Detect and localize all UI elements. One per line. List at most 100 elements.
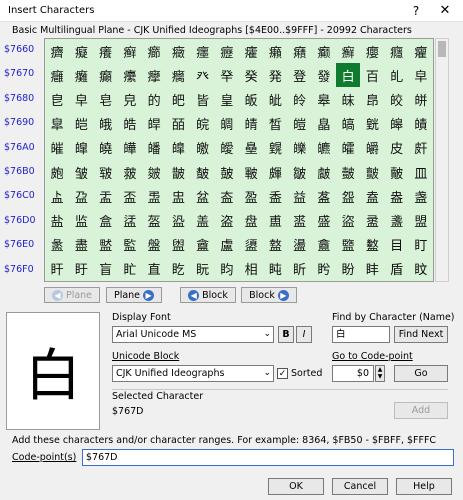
help-title-button[interactable]: ?	[405, 2, 427, 20]
character-cell[interactable]: 癬	[336, 39, 360, 63]
character-cell[interactable]: 發	[312, 63, 336, 87]
character-cell[interactable]: 盋	[312, 184, 336, 208]
character-cell[interactable]: 皔	[142, 112, 166, 136]
character-cell[interactable]: 癪	[288, 39, 312, 63]
character-cell[interactable]: 癡	[69, 39, 93, 63]
character-cell[interactable]: 盗	[215, 208, 239, 232]
character-cell[interactable]: 癥	[166, 39, 190, 63]
character-cell[interactable]: 盘	[239, 208, 263, 232]
character-cell[interactable]: 皼	[336, 160, 360, 184]
ok-button[interactable]: OK	[268, 478, 324, 495]
character-cell[interactable]: 皭	[360, 136, 384, 160]
character-cell[interactable]: 盯	[409, 233, 433, 257]
character-cell[interactable]: 皕	[166, 112, 190, 136]
character-cell[interactable]: 皝	[360, 112, 384, 136]
character-cell[interactable]: 白	[336, 63, 361, 88]
italic-toggle[interactable]: I	[296, 326, 312, 343]
character-cell[interactable]: 皲	[94, 160, 118, 184]
character-cell[interactable]: 益	[288, 184, 312, 208]
find-next-button[interactable]: Find Next	[394, 326, 448, 343]
character-cell[interactable]: 皡	[69, 136, 93, 160]
character-cell[interactable]: 皘	[239, 112, 263, 136]
character-cell[interactable]: 皠	[45, 136, 69, 160]
character-cell[interactable]: 盲	[94, 257, 118, 281]
go-button[interactable]: Go	[394, 365, 448, 382]
character-cell[interactable]: 皵	[166, 160, 190, 184]
character-cell[interactable]: 盕	[166, 208, 190, 232]
character-cell[interactable]: 盎	[385, 184, 409, 208]
character-cell[interactable]: 皟	[409, 112, 433, 136]
character-cell[interactable]: 癠	[45, 39, 69, 63]
character-cell[interactable]: 盁	[69, 184, 93, 208]
character-cell[interactable]: 癮	[385, 39, 409, 63]
character-cell[interactable]: 皓	[118, 112, 142, 136]
character-cell[interactable]: 癫	[312, 39, 336, 63]
character-cell[interactable]: 盳	[118, 257, 142, 281]
goto-stepper[interactable]: ▲ ▼	[375, 365, 385, 382]
character-cell[interactable]: 盛	[312, 208, 336, 232]
character-cell[interactable]: 相	[239, 257, 263, 281]
unicode-block-select[interactable]: CJK Unified Ideographs ⌄	[112, 365, 274, 382]
bold-toggle[interactable]: B	[278, 326, 294, 343]
character-cell[interactable]: 癩	[263, 39, 287, 63]
character-cell[interactable]: 盂	[94, 184, 118, 208]
prev-block-button[interactable]: ◀ Block	[180, 287, 236, 303]
character-cell[interactable]: 皫	[312, 136, 336, 160]
sorted-checkbox[interactable]: ✓	[277, 368, 288, 379]
character-cell[interactable]: 皛	[312, 112, 336, 136]
character-cell[interactable]: 発	[263, 63, 287, 87]
character-cell[interactable]: 皽	[360, 160, 384, 184]
character-cell[interactable]: 盿	[409, 257, 433, 281]
character-cell[interactable]: 皳	[118, 160, 142, 184]
character-cell[interactable]: 皅	[166, 87, 190, 111]
character-cell[interactable]: 盠	[45, 233, 69, 257]
character-cell[interactable]: 癦	[191, 39, 215, 63]
character-cell[interactable]: 皁	[409, 63, 433, 87]
character-cell[interactable]: 盚	[288, 208, 312, 232]
character-cell[interactable]: 盼	[336, 257, 360, 281]
character-cell[interactable]: 皆	[191, 87, 215, 111]
prev-plane-button[interactable]: ◀ Plane	[44, 287, 100, 303]
character-cell[interactable]: 癢	[94, 39, 118, 63]
character-cell[interactable]: 盻	[312, 257, 336, 281]
character-cell[interactable]: 癨	[239, 39, 263, 63]
character-cell[interactable]: 盺	[288, 257, 312, 281]
character-cell[interactable]: 皧	[215, 136, 239, 160]
display-font-select[interactable]: Arial Unicode MS ⌄	[112, 326, 274, 343]
close-button[interactable]: ✕	[432, 2, 458, 20]
character-cell[interactable]: 皯	[409, 136, 433, 160]
character-cell[interactable]: 皬	[336, 136, 360, 160]
character-cell[interactable]: 盪	[288, 233, 312, 257]
character-cell[interactable]: 監	[118, 233, 142, 257]
character-cell[interactable]: 癭	[360, 39, 384, 63]
character-cell[interactable]: 目	[385, 233, 409, 257]
character-cell[interactable]: 盔	[142, 208, 166, 232]
character-cell[interactable]: 癿	[385, 63, 409, 87]
character-cell[interactable]: 盄	[142, 184, 166, 208]
character-cell[interactable]: 盞	[385, 208, 409, 232]
character-cell[interactable]: 皎	[385, 87, 409, 111]
character-cell[interactable]: 盌	[336, 184, 360, 208]
character-cell[interactable]: 皙	[263, 112, 287, 136]
character-cell[interactable]: 皶	[191, 160, 215, 184]
character-cell[interactable]: 盐	[45, 208, 69, 232]
character-cell[interactable]: 盾	[385, 257, 409, 281]
character-cell[interactable]: 盆	[191, 184, 215, 208]
character-cell[interactable]: 盤	[142, 233, 166, 257]
character-cell[interactable]: 皿	[409, 160, 433, 184]
character-cell[interactable]: 癲	[94, 63, 118, 87]
character-cell[interactable]: 癯	[409, 39, 433, 63]
character-cell[interactable]: 皉	[263, 87, 287, 111]
character-cell[interactable]: 盨	[239, 233, 263, 257]
character-cell[interactable]: 盈	[239, 184, 263, 208]
character-cell[interactable]: 皹	[263, 160, 287, 184]
character-cell[interactable]: 直	[142, 257, 166, 281]
character-cell[interactable]: 癰	[45, 63, 69, 87]
character-cell[interactable]: 登	[288, 63, 312, 87]
character-cell[interactable]: 皂	[94, 87, 118, 111]
character-cell[interactable]: 癶	[191, 63, 215, 87]
character-cell[interactable]: 盏	[409, 184, 433, 208]
character-cell[interactable]: 皱	[69, 160, 93, 184]
character-cell[interactable]: 盒	[94, 208, 118, 232]
character-cell[interactable]: 癱	[69, 63, 93, 87]
